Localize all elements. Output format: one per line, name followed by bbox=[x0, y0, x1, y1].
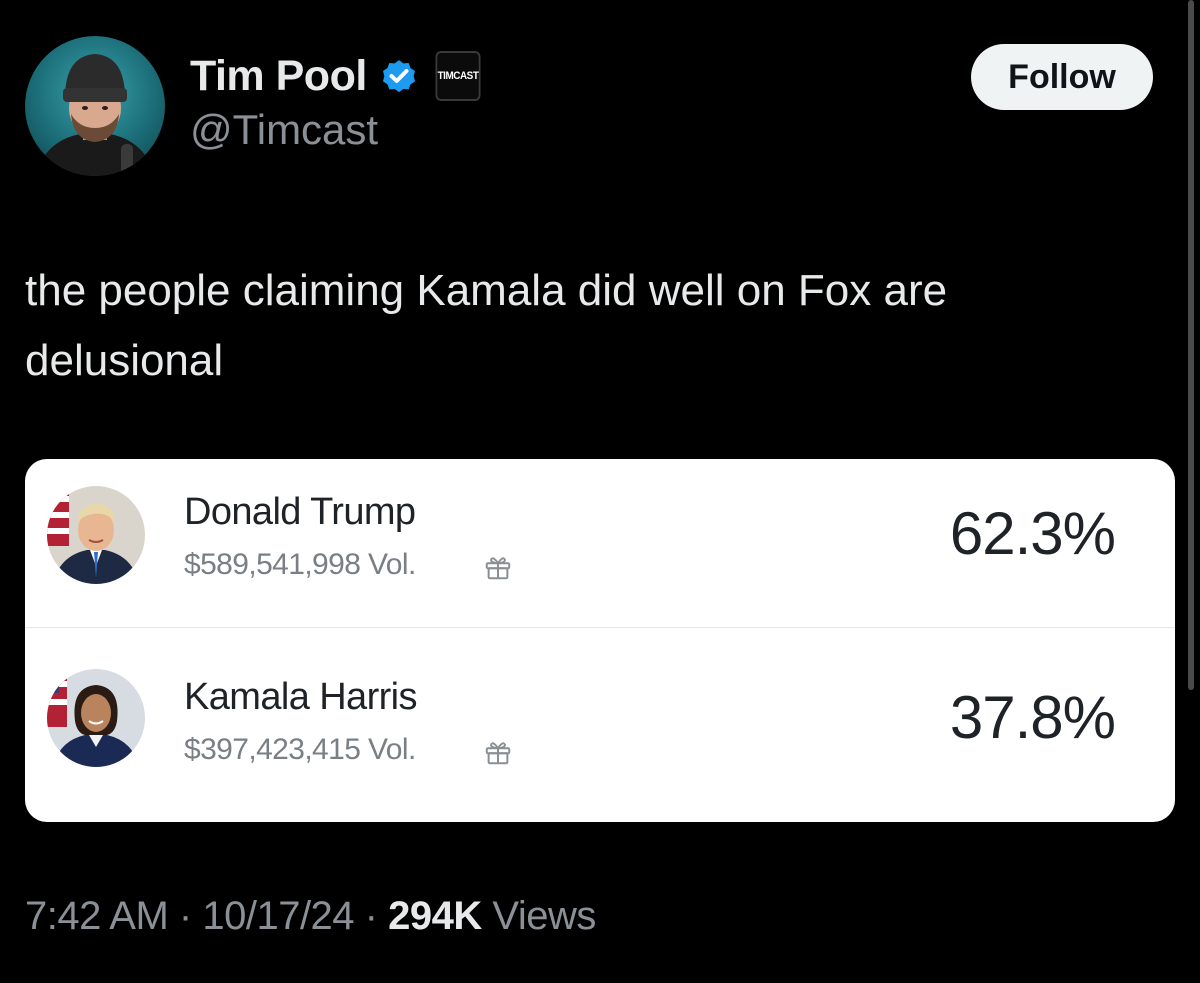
follow-button-label: Follow bbox=[1008, 57, 1116, 96]
author-handle[interactable]: @Timcast bbox=[190, 106, 483, 154]
candidate-name[interactable]: Kamala Harris bbox=[184, 676, 418, 719]
candidate-percent: 62.3% bbox=[949, 500, 1116, 567]
market-card[interactable]: Donald Trump $589,541,998 Vol. 62.3% Kam… bbox=[25, 459, 1175, 822]
tweet-time[interactable]: 7:42 AM bbox=[25, 894, 169, 938]
row-divider bbox=[25, 627, 1175, 628]
author-info: Tim Pool TIMCAST @Timcast bbox=[190, 48, 483, 154]
views-label: Views bbox=[492, 894, 596, 938]
avatar-portrait bbox=[35, 54, 155, 176]
tweet-date[interactable]: 10/17/24 bbox=[202, 894, 354, 938]
follow-button[interactable]: Follow bbox=[971, 44, 1153, 110]
candidate-percent: 37.8% bbox=[949, 684, 1116, 751]
harris-avatar bbox=[47, 669, 145, 767]
candidate-row-trump: Donald Trump $589,541,998 Vol. 62.3% bbox=[25, 459, 1175, 641]
author-display-name[interactable]: Tim Pool bbox=[190, 52, 367, 101]
candidate-name[interactable]: Donald Trump bbox=[184, 491, 416, 534]
affiliate-badge[interactable]: TIMCAST bbox=[435, 51, 481, 101]
verified-badge-icon[interactable] bbox=[379, 56, 419, 96]
candidate-row-harris: Kamala Harris $397,423,415 Vol. 37.8% bbox=[25, 641, 1175, 822]
tweet-text: the people claiming Kamala did well on F… bbox=[25, 266, 948, 385]
affiliate-badge-label: TIMCAST bbox=[437, 70, 479, 82]
candidate-volume: $397,423,415 Vol. bbox=[184, 733, 416, 766]
trump-portrait bbox=[47, 486, 145, 584]
author-name-row: Tim Pool TIMCAST bbox=[190, 48, 483, 104]
meta-separator: · bbox=[178, 894, 192, 938]
gift-icon[interactable] bbox=[483, 737, 513, 767]
tweet-meta: 7:42 AM · 10/17/24 · 294K Views bbox=[25, 894, 596, 939]
scrollbar[interactable] bbox=[1188, 0, 1194, 690]
author-avatar[interactable] bbox=[25, 36, 165, 176]
meta-separator: · bbox=[364, 894, 378, 938]
views-count[interactable]: 294K bbox=[388, 894, 482, 938]
harris-portrait bbox=[47, 669, 145, 767]
trump-avatar bbox=[47, 486, 145, 584]
candidate-volume: $589,541,998 Vol. bbox=[184, 548, 416, 581]
gift-icon[interactable] bbox=[483, 552, 513, 582]
